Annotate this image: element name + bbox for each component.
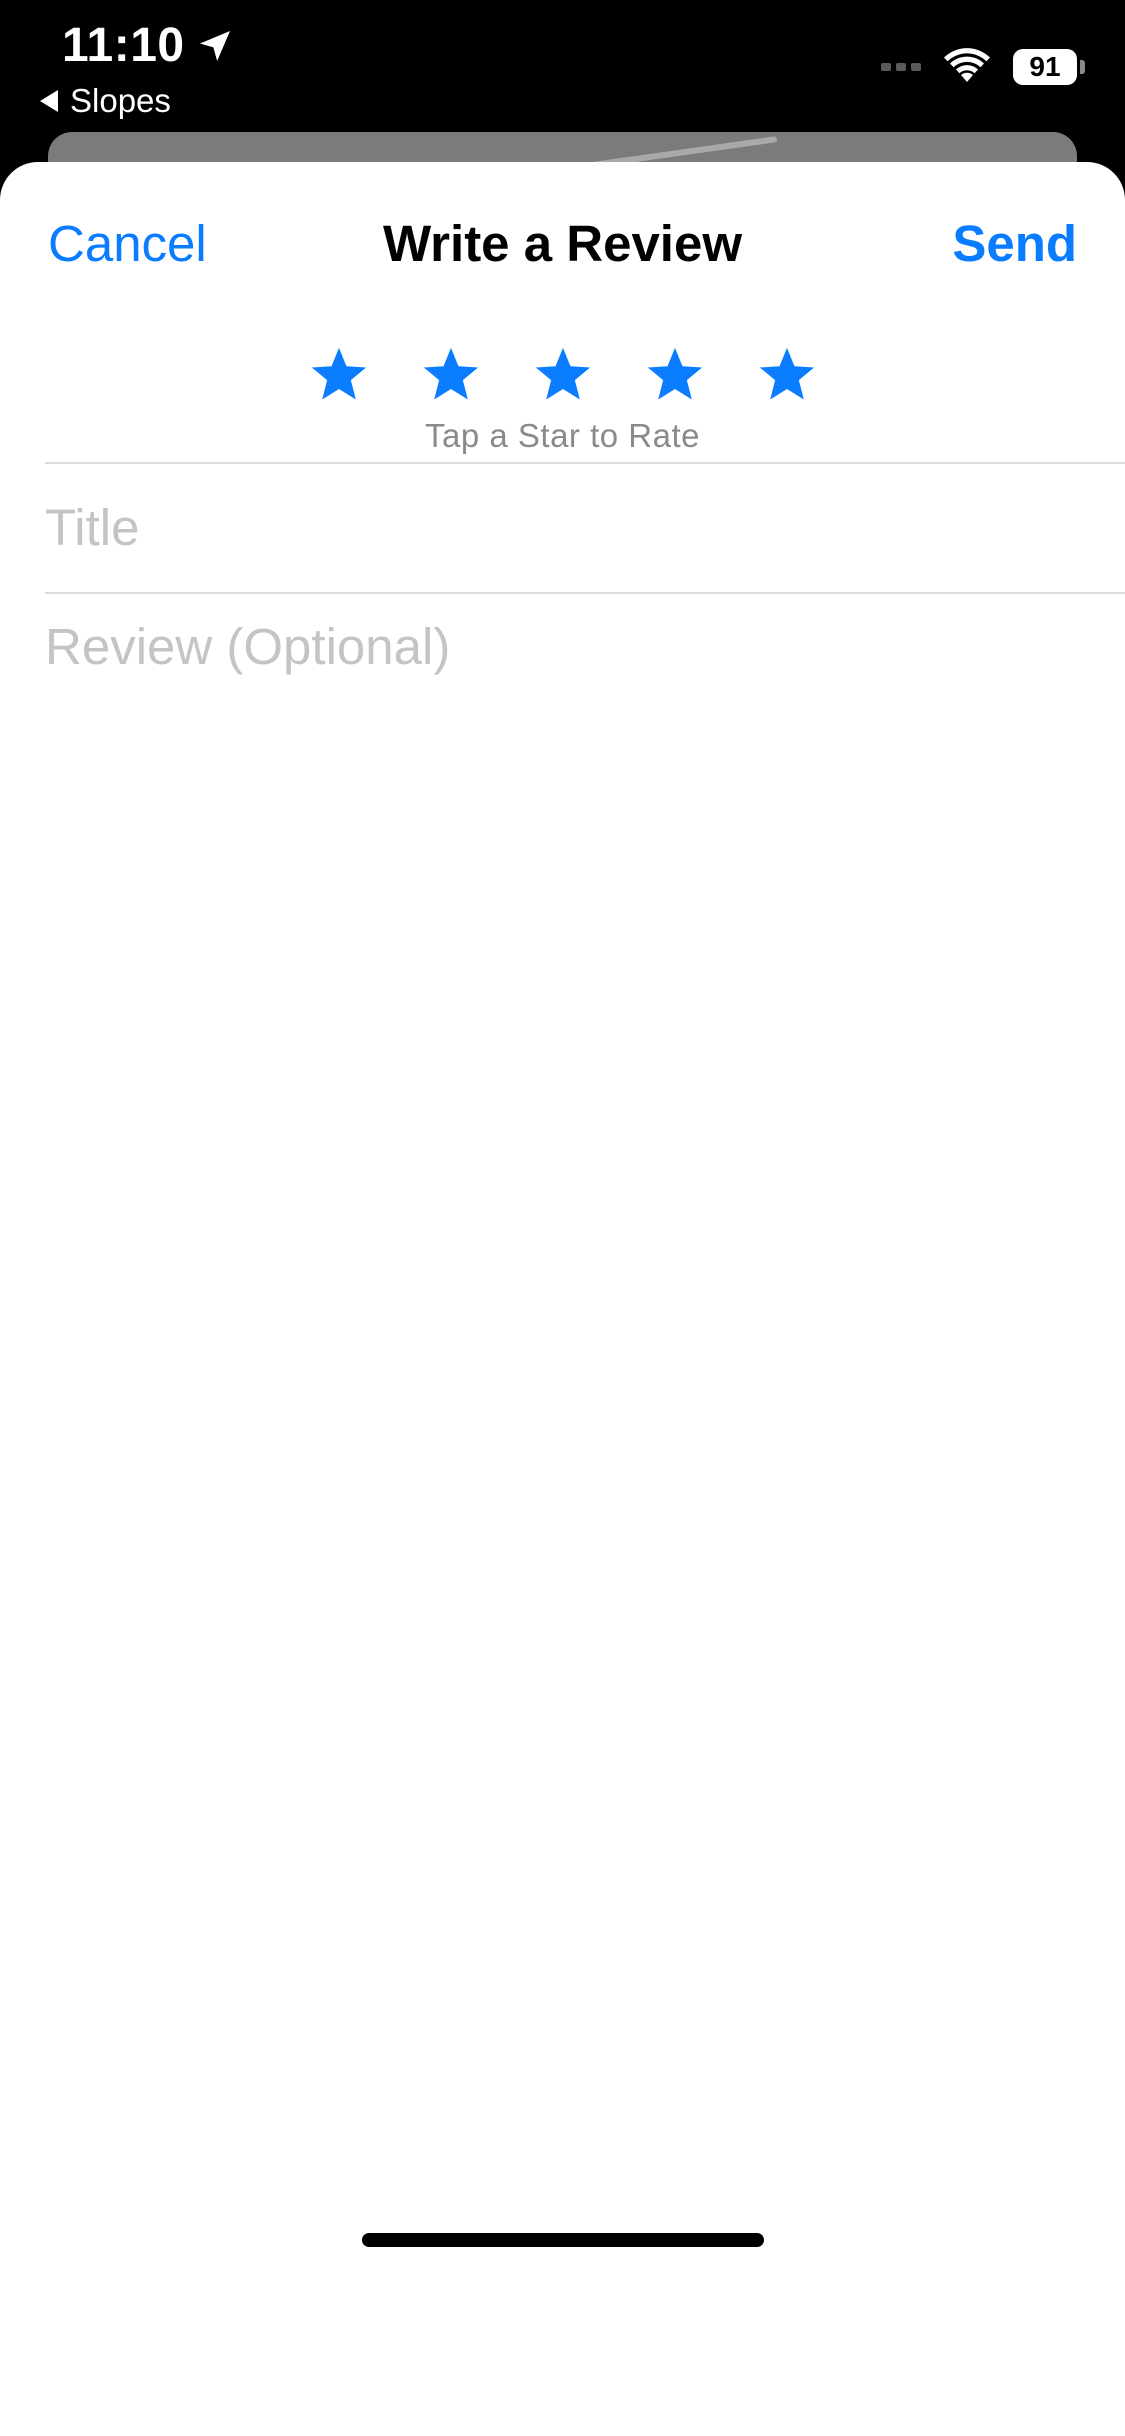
review-title-input[interactable] <box>45 492 1085 562</box>
star-4-icon[interactable] <box>644 344 706 406</box>
battery-level: 91 <box>1013 49 1077 85</box>
battery-icon: 91 <box>1013 49 1085 85</box>
back-app-label: Slopes <box>70 82 171 119</box>
status-indicators: 91 <box>881 48 1085 86</box>
home-indicator[interactable] <box>362 2233 764 2247</box>
back-triangle-icon <box>40 90 58 112</box>
star-3-icon[interactable] <box>532 344 594 406</box>
location-arrow-icon <box>199 30 230 61</box>
navigation-bar: Cancel Write a Review Send <box>0 162 1125 332</box>
status-time: 11:10 <box>62 18 235 73</box>
divider <box>45 592 1125 594</box>
send-button[interactable]: Send <box>952 214 1077 273</box>
cellular-signal-icon <box>881 63 921 71</box>
back-to-app-link[interactable]: Slopes <box>38 82 171 120</box>
star-1-icon[interactable] <box>308 344 370 406</box>
star-2-icon[interactable] <box>420 344 482 406</box>
star-5-icon[interactable] <box>756 344 818 406</box>
status-bar: 11:10 Slopes 91 <box>0 0 1125 130</box>
time-label: 11:10 <box>62 19 185 72</box>
star-rating <box>0 344 1125 406</box>
rating-hint: Tap a Star to Rate <box>425 417 700 454</box>
review-sheet: Cancel Write a Review Send Tap a Star to… <box>0 162 1125 2436</box>
review-body-textarea[interactable] <box>45 612 1085 1512</box>
divider <box>45 462 1125 464</box>
wifi-icon <box>943 48 991 86</box>
